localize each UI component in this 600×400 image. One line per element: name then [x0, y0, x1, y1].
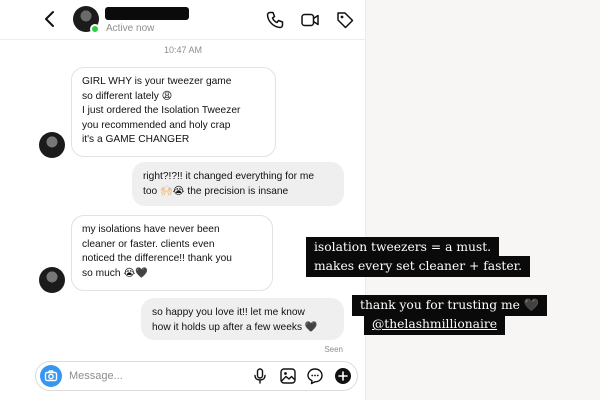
- sender-avatar[interactable]: [39, 132, 65, 158]
- message-text: so happy you love it!! let me know how i…: [152, 307, 318, 333]
- video-icon[interactable]: [300, 10, 320, 30]
- camera-icon[interactable]: [40, 365, 62, 387]
- username-redaction: [105, 7, 189, 20]
- message-text: GIRL WHY is your tweezer game so differe…: [82, 76, 241, 146]
- caption-line-2: makes every set cleaner + faster.: [306, 256, 531, 277]
- caption-line-3: thank you for trusting me 🖤: [352, 295, 548, 316]
- caption-handle: @thelashmillionaire: [364, 314, 506, 335]
- gallery-icon[interactable]: [279, 367, 297, 385]
- add-icon[interactable]: [334, 367, 352, 385]
- message-text: right?!?!! it changed everything for me …: [143, 171, 315, 197]
- sticker-icon[interactable]: [306, 367, 324, 385]
- sender-avatar[interactable]: [39, 267, 65, 293]
- message-timestamp: 10:47 AM: [163, 45, 203, 55]
- message-composer: [35, 361, 358, 391]
- active-status: Active now: [106, 23, 155, 34]
- message-text: my isolations have never been cleaner or…: [82, 224, 232, 279]
- online-indicator: [90, 24, 100, 34]
- message-bubble-received[interactable]: GIRL WHY is your tweezer game so differe…: [71, 67, 276, 157]
- caption-line-1: isolation tweezers = a must.: [306, 237, 500, 258]
- dm-thread-screen: Active now 10:47 AM GIRL WHY is your twe…: [0, 0, 366, 400]
- chevron-left-icon[interactable]: [40, 9, 60, 29]
- message-bubble-sent[interactable]: right?!?!! it changed everything for me …: [132, 162, 344, 206]
- seen-receipt: Seen: [324, 345, 343, 354]
- message-bubble-sent[interactable]: so happy you love it!! let me know how i…: [141, 298, 344, 340]
- microphone-icon[interactable]: [251, 367, 269, 385]
- chat-header: Active now: [0, 0, 366, 40]
- tag-icon[interactable]: [335, 10, 355, 30]
- message-bubble-received[interactable]: my isolations have never been cleaner or…: [71, 215, 273, 291]
- instagram-handle: @thelashmillionaire: [372, 317, 498, 331]
- phone-icon[interactable]: [265, 10, 285, 30]
- message-input[interactable]: [69, 368, 239, 384]
